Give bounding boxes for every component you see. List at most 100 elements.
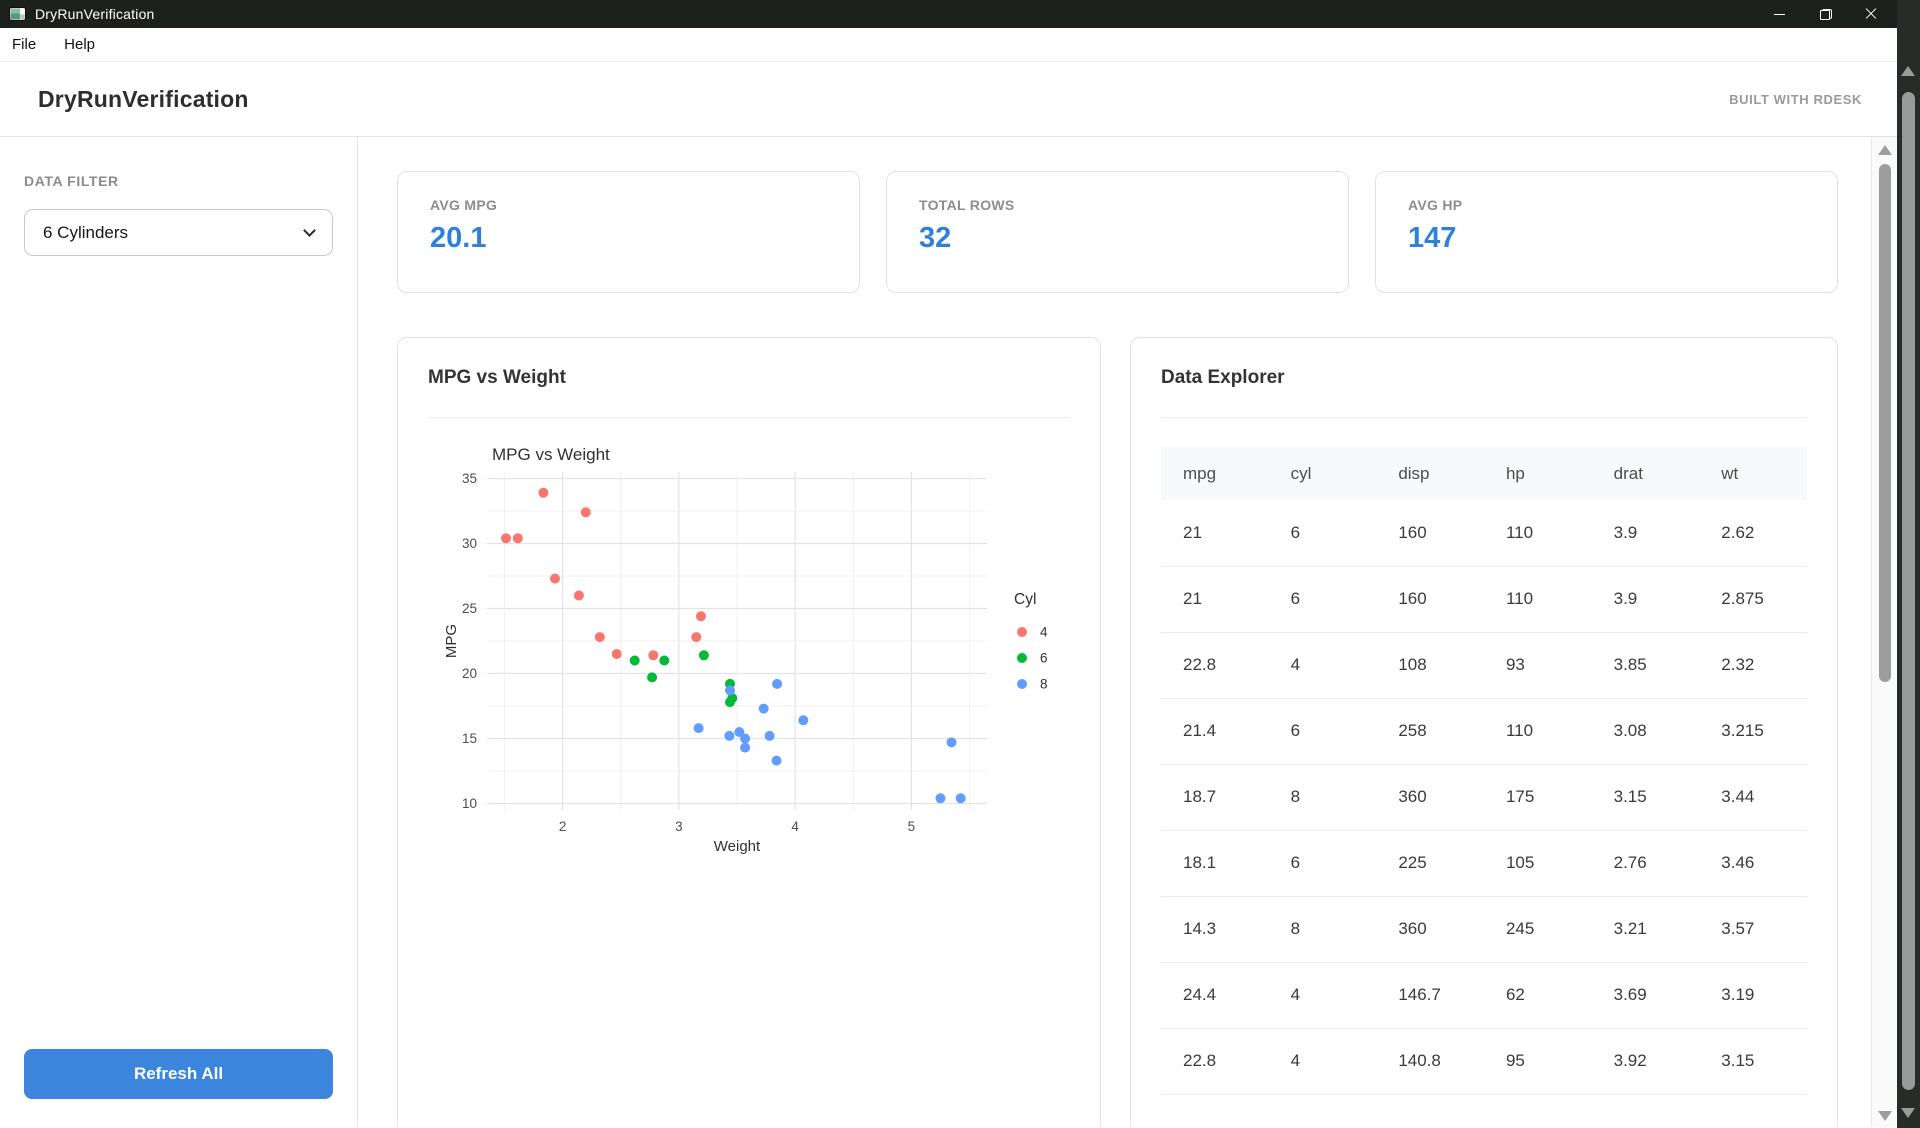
restore-button[interactable] — [1802, 0, 1848, 28]
close-icon — [1865, 8, 1877, 20]
legend-label: 4 — [1040, 625, 1048, 640]
table-row: 24.44146.7623.693.19 — [1161, 962, 1807, 1028]
stat-label: AVG HP — [1408, 197, 1805, 213]
triangle-down-icon[interactable] — [1878, 1111, 1892, 1121]
table-cell: 110 — [1484, 698, 1592, 764]
scatter-point-cyl4 — [538, 488, 548, 498]
triangle-up-icon[interactable] — [1901, 66, 1915, 76]
table-row: 18.783601753.153.44 — [1161, 764, 1807, 830]
table-cell: 3.85 — [1592, 632, 1700, 698]
content-scrollbar[interactable] — [1871, 137, 1897, 1127]
table-cell: 22.8 — [1161, 1028, 1269, 1094]
app-window-icon — [9, 7, 26, 21]
table-cell: 21 — [1161, 500, 1269, 566]
content-scrollbar-thumb[interactable] — [1879, 164, 1891, 682]
window-scrollbar[interactable] — [1897, 0, 1920, 1128]
cylinder-filter-select[interactable]: 6 Cylinders — [24, 209, 333, 256]
table-cell: 110 — [1484, 566, 1592, 632]
table-cell: 2.76 — [1592, 830, 1700, 896]
refresh-all-button[interactable]: Refresh All — [24, 1049, 333, 1099]
table-cell: 21.4 — [1161, 698, 1269, 764]
stat-cards-row: AVG MPG 20.1 TOTAL ROWS 32 AVG HP 147 — [397, 171, 1838, 293]
table-cell: 3.9 — [1592, 500, 1700, 566]
restore-icon — [1820, 9, 1831, 20]
table-cell: 360 — [1376, 764, 1484, 830]
table-cell: 110 — [1484, 500, 1592, 566]
data-filter-label: DATA FILTER — [24, 173, 333, 189]
legend-swatch-6 — [1017, 653, 1027, 663]
triangle-up-icon[interactable] — [1878, 145, 1892, 155]
scatter-point-cyl8 — [772, 679, 782, 689]
scatter-point-cyl8 — [936, 793, 946, 803]
stat-value: 147 — [1408, 222, 1805, 255]
table-cell: 14.3 — [1161, 896, 1269, 962]
body: DATA FILTER 6 Cylinders Refresh All AVG … — [0, 137, 1920, 1127]
table-cell: 2.62 — [1699, 500, 1807, 566]
legend-label: 8 — [1040, 677, 1048, 692]
column-header-mpg: mpg — [1161, 447, 1269, 500]
window-scrollbar-thumb[interactable] — [1902, 92, 1915, 1090]
triangle-down-icon[interactable] — [1901, 1108, 1915, 1118]
table-cell: 360 — [1376, 896, 1484, 962]
data-table: mpgcyldisphpdratwt 2161601103.92.6221616… — [1161, 447, 1807, 1095]
table-cell: 3.08 — [1592, 698, 1700, 764]
scatter-point-cyl8 — [765, 731, 775, 741]
minimize-button[interactable] — [1756, 0, 1802, 28]
menubar: File Help — [0, 28, 1920, 62]
stat-value: 32 — [919, 222, 1316, 255]
column-header-disp: disp — [1376, 447, 1484, 500]
table-cell: 3.15 — [1592, 764, 1700, 830]
scatter-point-cyl4 — [612, 649, 622, 659]
scatter-point-cyl8 — [956, 793, 966, 803]
table-row: 14.383602453.213.57 — [1161, 896, 1807, 962]
table-cell: 3.44 — [1699, 764, 1807, 830]
menu-help[interactable]: Help — [64, 36, 95, 53]
table-cell: 140.8 — [1376, 1028, 1484, 1094]
scatter-point-cyl8 — [947, 737, 957, 747]
x-axis-label: Weight — [714, 838, 761, 855]
app-header: DryRunVerification BUILT WITH RDESK — [0, 62, 1920, 137]
table-cell: 3.19 — [1699, 962, 1807, 1028]
scatter-point-cyl6 — [699, 650, 709, 660]
scatter-point-cyl6 — [659, 656, 669, 666]
table-row: 22.84140.8953.923.15 — [1161, 1028, 1807, 1094]
scatter-point-cyl8 — [772, 756, 782, 766]
table-cell: 24.4 — [1161, 962, 1269, 1028]
table-cell: 258 — [1376, 698, 1484, 764]
scatter-point-cyl4 — [581, 507, 591, 517]
table-cell: 22.8 — [1161, 632, 1269, 698]
table-cell: 18.1 — [1161, 830, 1269, 896]
chart-area: 2345101520253035MPG vs WeightWeightMPGCy… — [428, 418, 1070, 862]
scatter-point-cyl6 — [630, 656, 640, 666]
stat-label: AVG MPG — [430, 197, 827, 213]
table-cell: 105 — [1484, 830, 1592, 896]
scatter-point-cyl4 — [648, 650, 658, 660]
y-tick-label: 10 — [462, 796, 477, 811]
chart-card: MPG vs Weight 2345101520253035MPG vs Wei… — [397, 337, 1101, 1127]
menu-file[interactable]: File — [12, 36, 36, 53]
stat-card-total-rows: TOTAL ROWS 32 — [886, 171, 1349, 293]
stat-card-avg-mpg: AVG MPG 20.1 — [397, 171, 860, 293]
panels-row: MPG vs Weight 2345101520253035MPG vs Wei… — [397, 337, 1838, 1127]
y-tick-label: 20 — [462, 666, 477, 681]
scatter-point-cyl4 — [501, 533, 511, 543]
main-content: AVG MPG 20.1 TOTAL ROWS 32 AVG HP 147 MP… — [358, 137, 1920, 1127]
data-card-header: Data Explorer — [1161, 338, 1807, 418]
window-controls — [1756, 0, 1894, 28]
scatter-point-cyl4 — [696, 611, 706, 621]
scatter-point-cyl4 — [550, 574, 560, 584]
scatter-plot: 2345101520253035MPG vs WeightWeightMPGCy… — [442, 442, 1082, 862]
scatter-point-cyl8 — [725, 685, 735, 695]
scatter-point-cyl6 — [725, 697, 735, 707]
sidebar: DATA FILTER 6 Cylinders Refresh All — [0, 137, 358, 1127]
table-cell: 4 — [1269, 632, 1377, 698]
column-header-cyl: cyl — [1269, 447, 1377, 500]
table-cell: 6 — [1269, 830, 1377, 896]
close-button[interactable] — [1848, 0, 1894, 28]
table-cell: 4 — [1269, 962, 1377, 1028]
scatter-point-cyl4 — [574, 591, 584, 601]
table-cell: 6 — [1269, 500, 1377, 566]
data-explorer-card: Data Explorer mpgcyldisphpdratwt 2161601… — [1130, 337, 1838, 1127]
column-header-drat: drat — [1592, 447, 1700, 500]
table-cell: 3.21 — [1592, 896, 1700, 962]
